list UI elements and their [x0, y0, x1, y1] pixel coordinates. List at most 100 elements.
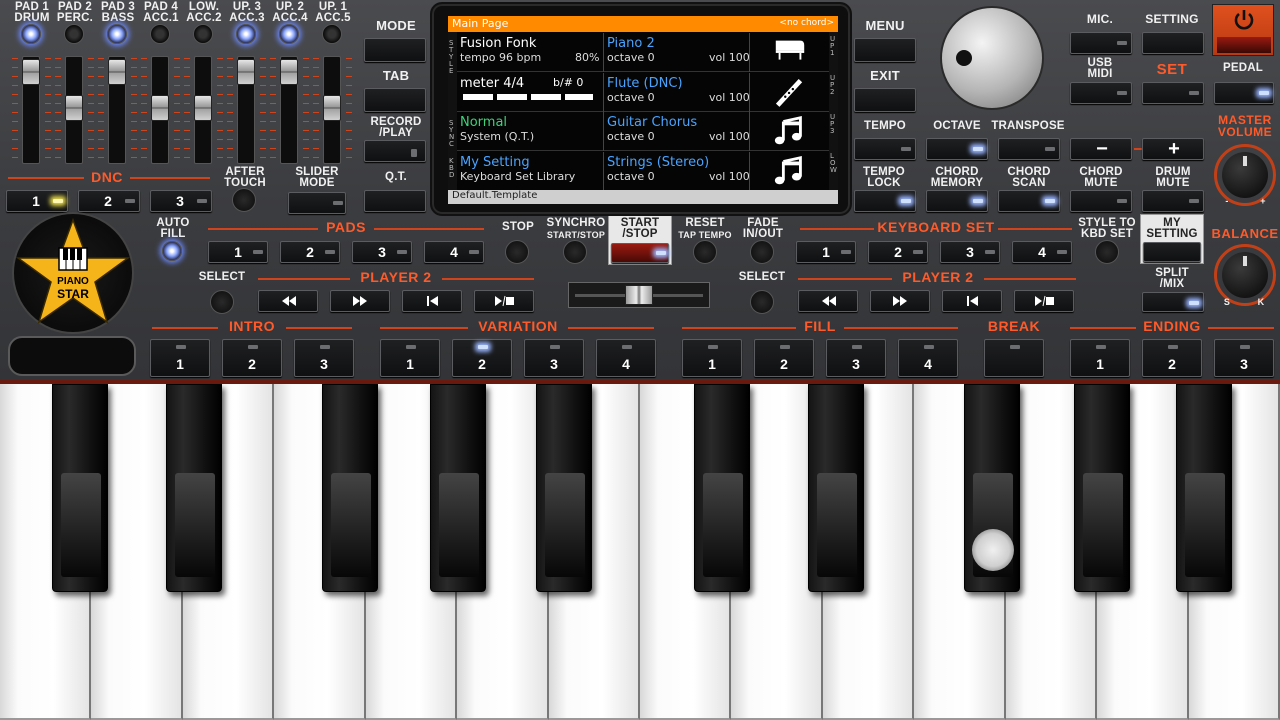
drum-mute-button[interactable] [1142, 190, 1204, 212]
touch-pad[interactable] [8, 336, 136, 376]
select-button-left[interactable] [210, 290, 234, 314]
fill-button-1[interactable]: 1 [682, 339, 742, 377]
pad-button-1[interactable]: 1 [208, 241, 268, 263]
intro-button-2[interactable]: 2 [222, 339, 282, 377]
volume-fader-2[interactable] [65, 56, 83, 164]
ending-button-3[interactable]: 3 [1214, 339, 1274, 377]
exit-button[interactable] [854, 88, 916, 112]
record-play-button[interactable] [364, 140, 426, 162]
qt-button[interactable] [364, 190, 426, 212]
dnc-button-3[interactable]: 3 [150, 190, 212, 212]
fader-handle[interactable] [22, 59, 40, 85]
auto-fill-button[interactable] [162, 241, 182, 261]
display-row[interactable]: Fusion Fonk tempo 96 bpm 80% Piano 2 octave … [457, 33, 829, 72]
dnc-button-2[interactable]: 2 [78, 190, 140, 212]
setting-button[interactable] [1142, 32, 1204, 54]
octave-button[interactable] [926, 138, 988, 160]
select-button-right[interactable] [750, 290, 774, 314]
pad-button-4[interactable]: 4 [424, 241, 484, 263]
after-touch-button[interactable] [232, 188, 256, 212]
menu-button[interactable] [854, 38, 916, 62]
volume-fader-8[interactable] [323, 56, 341, 164]
keyboard-set-button-1[interactable]: 1 [796, 241, 856, 263]
break-button[interactable] [984, 339, 1044, 377]
chord-memory-button[interactable] [926, 190, 988, 212]
crossfader-handle[interactable] [625, 285, 653, 305]
volume-fader-3[interactable] [108, 56, 126, 164]
black-key[interactable] [52, 384, 108, 592]
black-key[interactable] [1176, 384, 1232, 592]
volume-fader-6[interactable] [237, 56, 255, 164]
balance-knob[interactable] [1222, 252, 1268, 298]
tempo-button[interactable] [854, 138, 916, 160]
keyboard-set-button-3[interactable]: 3 [940, 241, 1000, 263]
black-key[interactable] [322, 384, 378, 592]
mic-button[interactable] [1070, 32, 1132, 54]
mode-button[interactable] [364, 38, 426, 62]
dnc-button-1[interactable]: 1 [6, 190, 68, 212]
fader-handle[interactable] [323, 95, 341, 121]
style-to-kbd-button[interactable] [1095, 240, 1119, 264]
split-mix-button[interactable] [1142, 292, 1204, 312]
player2-right-skip-back-button[interactable] [942, 290, 1002, 312]
power-button[interactable] [1212, 4, 1274, 56]
tempo-lock-button[interactable] [854, 190, 916, 212]
pad-button-3[interactable]: 3 [352, 241, 412, 263]
player2-left-skip-back-button[interactable] [402, 290, 462, 312]
fader-handle[interactable] [65, 95, 83, 121]
fader-handle[interactable] [151, 95, 169, 121]
fill-button-4[interactable]: 4 [898, 339, 958, 377]
black-key[interactable] [964, 384, 1020, 592]
ending-button-1[interactable]: 1 [1070, 339, 1130, 377]
channel-button-6[interactable] [236, 24, 256, 44]
fader-handle[interactable] [237, 59, 255, 85]
channel-button-4[interactable] [150, 24, 170, 44]
keyboard-set-button-2[interactable]: 2 [868, 241, 928, 263]
black-key[interactable] [430, 384, 486, 592]
intro-button-3[interactable]: 3 [294, 339, 354, 377]
player2-left-fast-forward-button[interactable] [330, 290, 390, 312]
reset-button[interactable] [693, 240, 717, 264]
channel-button-8[interactable] [322, 24, 342, 44]
channel-button-2[interactable] [64, 24, 84, 44]
slider-mode-button[interactable] [288, 192, 346, 214]
player2-left-play-pause-button[interactable] [474, 290, 534, 312]
keyboard-set-button-4[interactable]: 4 [1012, 241, 1072, 263]
black-key[interactable] [166, 384, 222, 592]
crossfader[interactable] [568, 282, 710, 308]
player2-right-play-pause-button[interactable] [1014, 290, 1074, 312]
plus-button[interactable]: + [1142, 138, 1204, 160]
player2-right-rewind-button[interactable] [798, 290, 858, 312]
channel-button-5[interactable] [193, 24, 213, 44]
stop-button[interactable] [505, 240, 529, 264]
start-stop-button[interactable] [611, 243, 669, 263]
set-button[interactable] [1142, 82, 1204, 104]
player2-right-fast-forward-button[interactable] [870, 290, 930, 312]
master-volume-knob[interactable] [1222, 152, 1268, 198]
display-row[interactable]: Normal System (Q.T.) Guitar Chorus octave 0… [457, 112, 829, 151]
minus-button[interactable]: − [1070, 138, 1132, 160]
synchro-button[interactable] [563, 240, 587, 264]
my-setting-button[interactable] [1143, 242, 1201, 262]
player2-left-rewind-button[interactable] [258, 290, 318, 312]
black-key[interactable] [808, 384, 864, 592]
volume-fader-1[interactable] [22, 56, 40, 164]
usb-midi-button[interactable] [1070, 82, 1132, 104]
fader-handle[interactable] [194, 95, 212, 121]
fader-handle[interactable] [280, 59, 298, 85]
fade-button[interactable] [750, 240, 774, 264]
pad-button-2[interactable]: 2 [280, 241, 340, 263]
volume-fader-5[interactable] [194, 56, 212, 164]
data-dial[interactable] [940, 6, 1044, 110]
volume-fader-7[interactable] [280, 56, 298, 164]
volume-fader-4[interactable] [151, 56, 169, 164]
channel-button-7[interactable] [279, 24, 299, 44]
variation-button-3[interactable]: 3 [524, 339, 584, 377]
black-key[interactable] [536, 384, 592, 592]
variation-button-4[interactable]: 4 [596, 339, 656, 377]
display-row[interactable]: My Setting Keyboard Set Library Strings (S… [457, 151, 829, 191]
chord-scan-button[interactable] [998, 190, 1060, 212]
transpose-button[interactable] [998, 138, 1060, 160]
variation-button-1[interactable]: 1 [380, 339, 440, 377]
chord-mute-button[interactable] [1070, 190, 1132, 212]
